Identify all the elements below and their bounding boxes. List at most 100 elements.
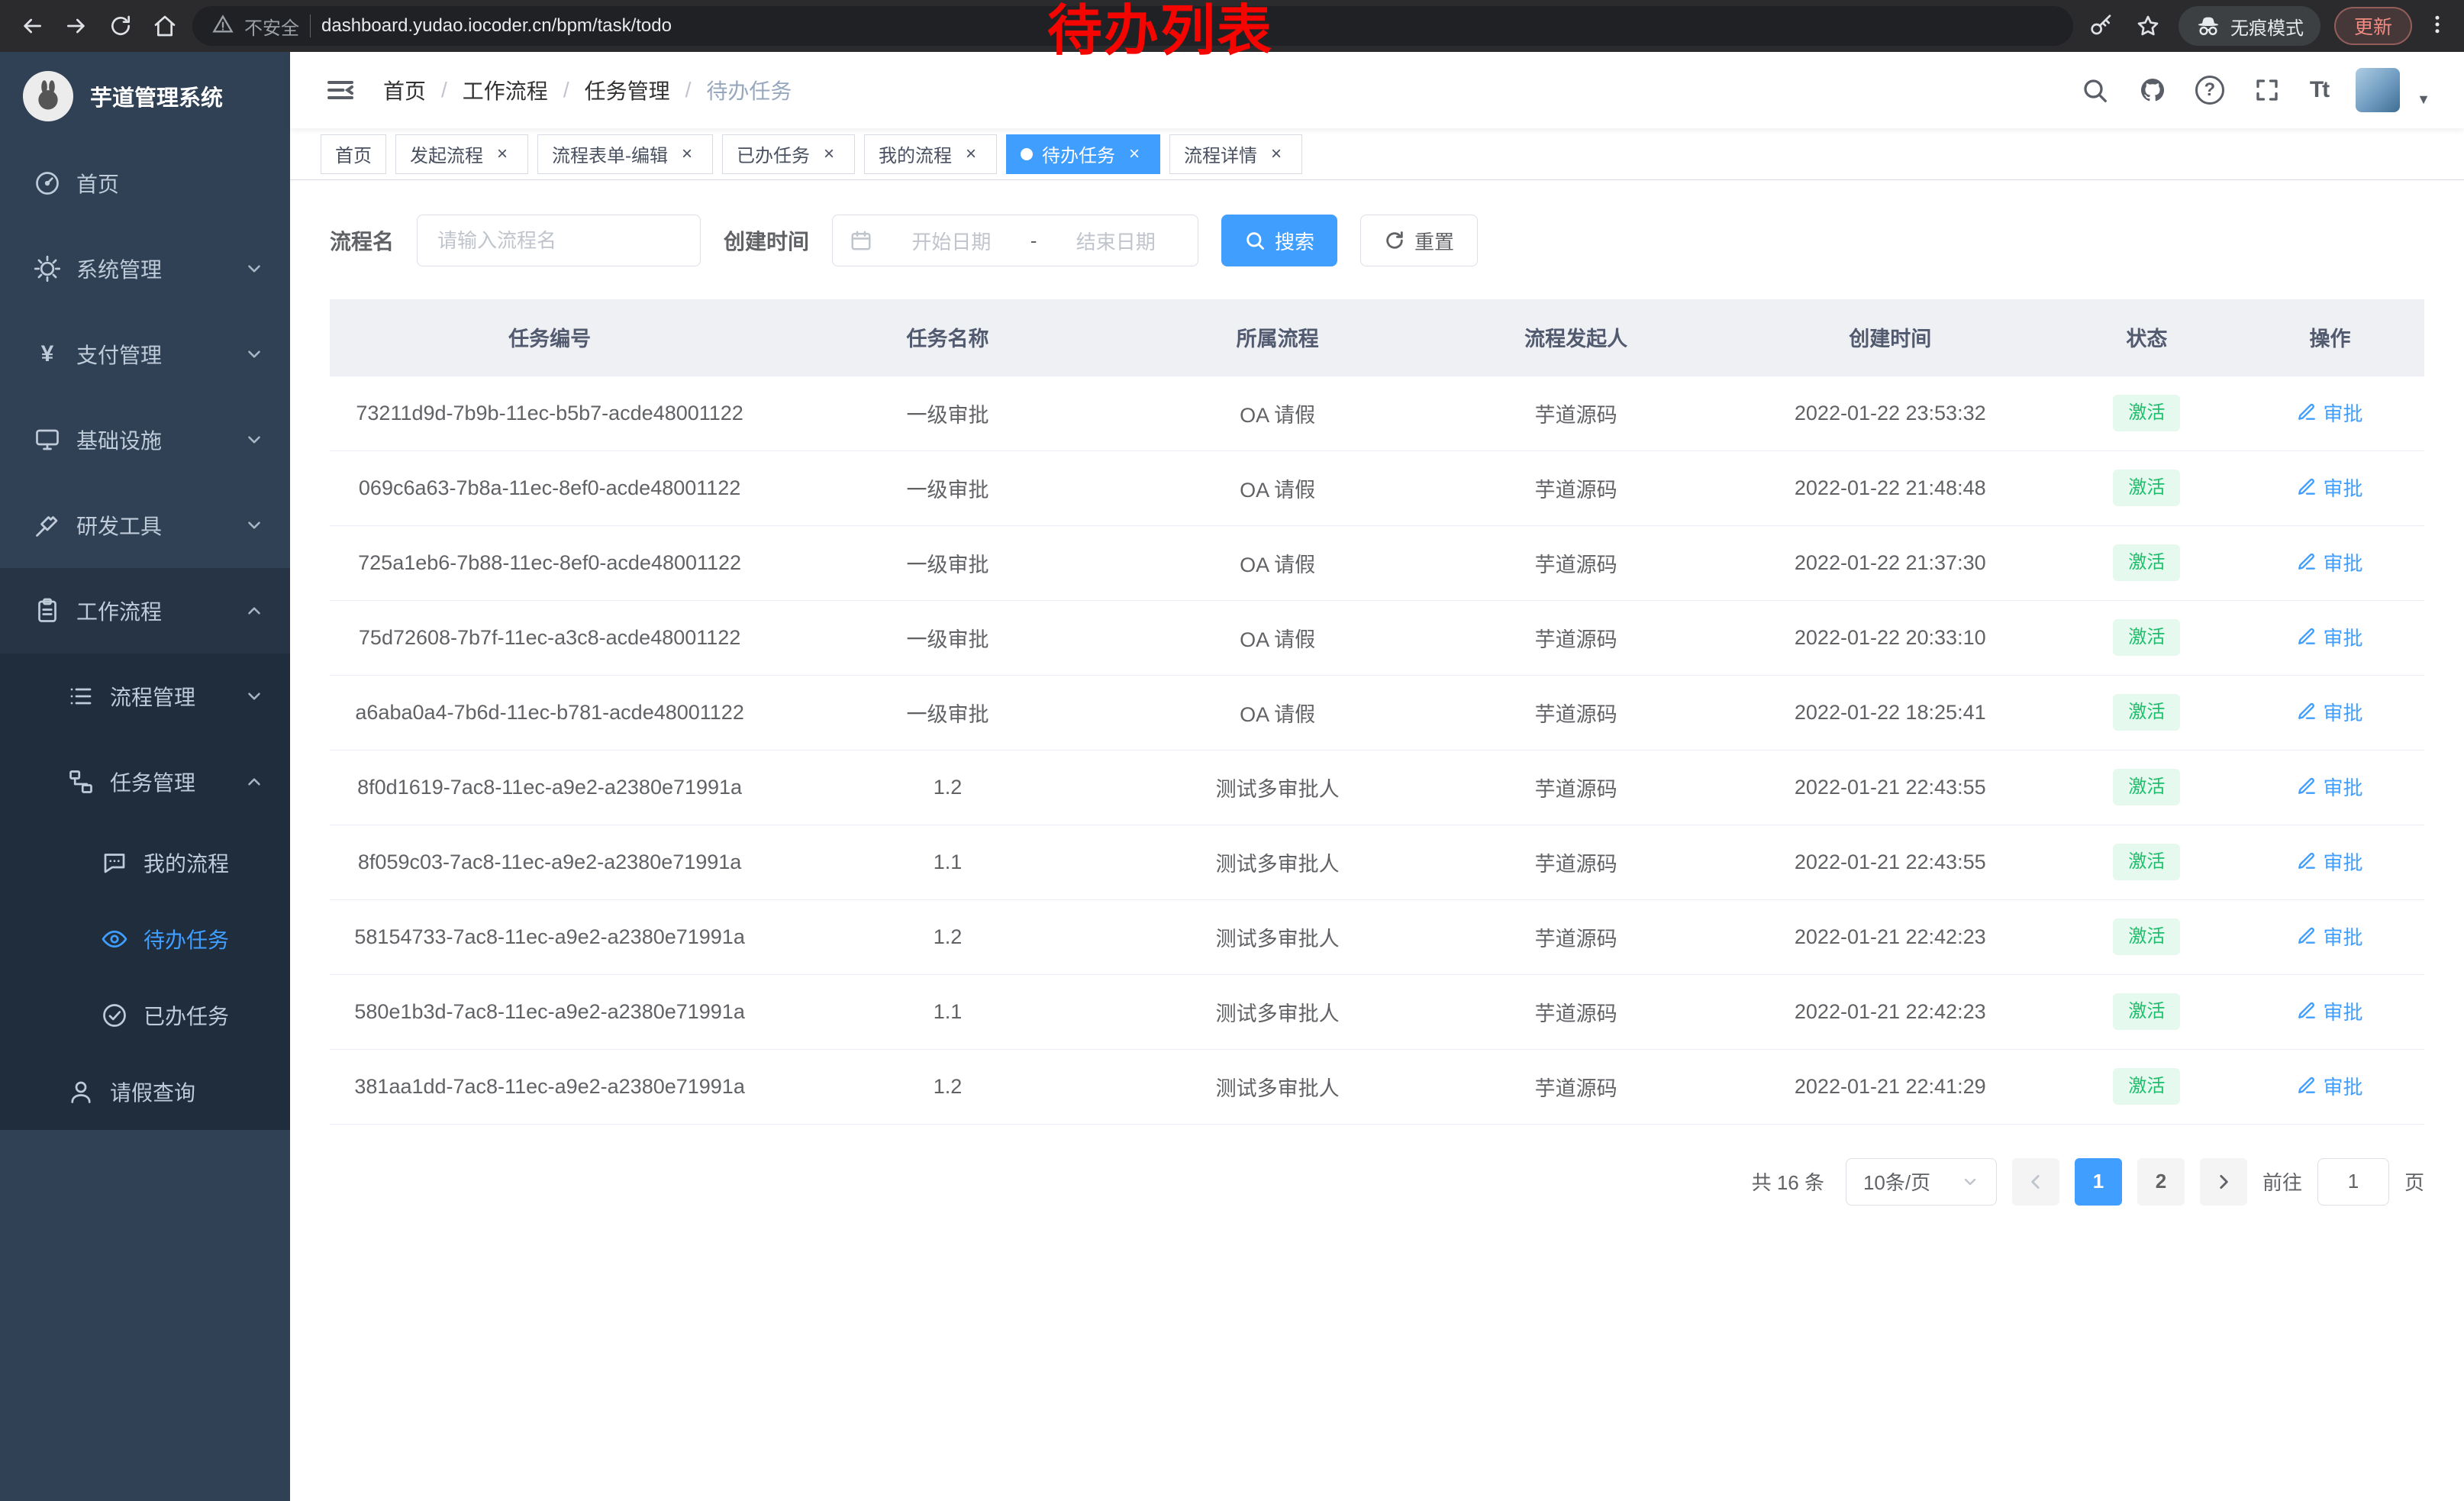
approve-link[interactable]: 审批 xyxy=(2297,548,2362,576)
security-label: 不安全 xyxy=(244,13,299,40)
approve-link[interactable]: 审批 xyxy=(2297,399,2362,427)
cell-action: 审批 xyxy=(2236,600,2424,675)
search-button[interactable]: 搜索 xyxy=(1221,215,1337,266)
sidebar-item-home[interactable]: 首页 xyxy=(0,140,290,226)
tab[interactable]: 发起流程 × xyxy=(395,134,528,174)
cell-initiator: 芋道源码 xyxy=(1430,376,1723,450)
cell-task-name: 1.2 xyxy=(769,899,1125,974)
sidebar-item-infra[interactable]: 基础设施 xyxy=(0,397,290,483)
avatar-caret-icon[interactable]: ▼ xyxy=(2417,92,2430,112)
tab-label: 发起流程 xyxy=(410,140,483,167)
text-size-icon[interactable]: Tt xyxy=(2310,77,2328,103)
omnibox-divider xyxy=(310,15,311,37)
task-table: 任务编号 任务名称 所属流程 流程发起人 创建时间 状态 操作 73211 xyxy=(330,299,2424,1125)
breadcrumb-separator: / xyxy=(441,78,447,102)
cell-task-name: 一级审批 xyxy=(769,450,1125,525)
tab-label: 我的流程 xyxy=(879,140,952,167)
main-area: 首页 / 工作流程 / 任务管理 / 待办任务 ? xyxy=(290,52,2464,1501)
sidebar: 芋道管理系统 首页 系统管理 ¥ 支付管理 xyxy=(0,52,290,1501)
sidebar-item-system[interactable]: 系统管理 xyxy=(0,226,290,311)
approve-link[interactable]: 审批 xyxy=(2297,698,2362,726)
tab[interactable]: 我的流程 × xyxy=(864,134,997,174)
breadcrumb-current: 待办任务 xyxy=(706,75,792,105)
search-icon[interactable] xyxy=(2079,75,2110,105)
page-number-button[interactable]: 2 xyxy=(2137,1158,2185,1206)
breadcrumb-item[interactable]: 工作流程 xyxy=(463,75,548,105)
cell-initiator: 芋道源码 xyxy=(1430,825,1723,899)
tab-close-icon[interactable]: × xyxy=(676,143,698,166)
sidebar-item-devtools[interactable]: 研发工具 xyxy=(0,483,290,568)
sidebar-item-leave-query[interactable]: 请假查询 xyxy=(0,1054,290,1130)
date-range-picker[interactable]: 开始日期 - 结束日期 xyxy=(832,215,1198,266)
breadcrumb-item[interactable]: 任务管理 xyxy=(585,75,670,105)
bookmark-star-icon[interactable] xyxy=(2131,9,2165,43)
cell-task-id: 73211d9d-7b9b-11ec-b5b7-acde48001122 xyxy=(330,376,769,450)
back-icon[interactable] xyxy=(15,9,49,43)
app-shell: 芋道管理系统 首页 系统管理 ¥ 支付管理 xyxy=(0,52,2464,1501)
sidebar-item-my-process[interactable]: 我的流程 xyxy=(0,825,290,901)
tab-close-icon[interactable]: × xyxy=(818,143,840,166)
address-bar[interactable]: 不安全 dashboard.yudao.iocoder.cn/bpm/task/… xyxy=(192,6,2073,46)
app-logo[interactable]: 芋道管理系统 xyxy=(0,52,290,140)
approve-link[interactable]: 审批 xyxy=(2297,1072,2362,1100)
cell-created-time: 2022-01-21 22:42:23 xyxy=(1723,899,2058,974)
tab-close-icon[interactable]: × xyxy=(1265,143,1288,166)
breadcrumb-item[interactable]: 首页 xyxy=(383,75,426,105)
navbar-actions: ? Tt ▼ xyxy=(2079,68,2430,112)
tab[interactable]: 首页 × xyxy=(321,134,386,174)
github-icon[interactable] xyxy=(2137,75,2168,105)
table-row: 8f0d1619-7ac8-11ec-a9e2-a2380e71991a 1.2… xyxy=(330,750,2424,825)
pagination-total: 共 16 条 xyxy=(1752,1167,1824,1196)
tab[interactable]: 流程表单-编辑 × xyxy=(537,134,713,174)
column-header-initiator: 流程发起人 xyxy=(1430,299,1723,376)
tab[interactable]: 待办任务 × xyxy=(1006,134,1160,174)
page-size-select[interactable]: 10条/页 xyxy=(1846,1158,1997,1206)
sidebar-item-todo-tasks[interactable]: 待办任务 xyxy=(0,901,290,977)
update-button[interactable]: 更新 xyxy=(2334,7,2412,45)
tab[interactable]: 已办任务 × xyxy=(722,134,855,174)
cell-initiator: 芋道源码 xyxy=(1430,600,1723,675)
fullscreen-icon[interactable] xyxy=(2252,75,2282,105)
sidebar-menu: 首页 系统管理 ¥ 支付管理 基础设施 xyxy=(0,140,290,1130)
page-number-button[interactable]: 1 xyxy=(2075,1158,2122,1206)
sidebar-item-process-mgmt[interactable]: 流程管理 xyxy=(0,654,290,739)
pagination: 共 16 条 10条/页 1 2 xyxy=(330,1158,2424,1206)
cell-process: 测试多审批人 xyxy=(1126,974,1430,1049)
cell-process: OA 请假 xyxy=(1126,450,1430,525)
process-name-input[interactable] xyxy=(417,215,701,266)
help-icon[interactable]: ? xyxy=(2195,76,2224,105)
sidebar-item-workflow[interactable]: 工作流程 xyxy=(0,568,290,654)
column-header-status: 状态 xyxy=(2058,299,2236,376)
cell-task-name: 一级审批 xyxy=(769,376,1125,450)
avatar[interactable] xyxy=(2356,68,2400,112)
status-badge: 激活 xyxy=(2113,694,2180,730)
approve-link[interactable]: 审批 xyxy=(2297,997,2362,1025)
goto-page-input[interactable] xyxy=(2317,1158,2389,1206)
browser-menu-icon[interactable] xyxy=(2426,13,2449,40)
cell-created-time: 2022-01-22 20:33:10 xyxy=(1723,600,2058,675)
sidebar-collapse-icon[interactable] xyxy=(324,73,357,107)
approve-link[interactable]: 审批 xyxy=(2297,773,2362,801)
forward-icon[interactable] xyxy=(60,9,93,43)
gear-icon xyxy=(34,255,61,282)
approve-link[interactable]: 审批 xyxy=(2297,922,2362,951)
tab-close-icon[interactable]: × xyxy=(1123,143,1146,166)
key-icon[interactable] xyxy=(2084,9,2117,43)
next-page-button[interactable] xyxy=(2200,1158,2247,1206)
reload-icon[interactable] xyxy=(104,9,137,43)
prev-page-button[interactable] xyxy=(2012,1158,2059,1206)
sidebar-item-task-mgmt[interactable]: 任务管理 xyxy=(0,739,290,825)
sidebar-item-done-tasks[interactable]: 已办任务 xyxy=(0,977,290,1054)
approve-link[interactable]: 审批 xyxy=(2297,847,2362,876)
tab-close-icon[interactable]: × xyxy=(959,143,982,166)
tab[interactable]: 流程详情 × xyxy=(1169,134,1302,174)
monitor-icon xyxy=(34,426,61,454)
sidebar-item-payment[interactable]: ¥ 支付管理 xyxy=(0,311,290,397)
approve-link[interactable]: 审批 xyxy=(2297,623,2362,651)
home-icon[interactable] xyxy=(148,9,182,43)
tab-close-icon[interactable]: × xyxy=(491,143,514,166)
approve-link[interactable]: 审批 xyxy=(2297,473,2362,502)
reset-button[interactable]: 重置 xyxy=(1360,215,1478,266)
cell-task-name: 1.2 xyxy=(769,1049,1125,1124)
edit-icon xyxy=(2297,552,2317,572)
